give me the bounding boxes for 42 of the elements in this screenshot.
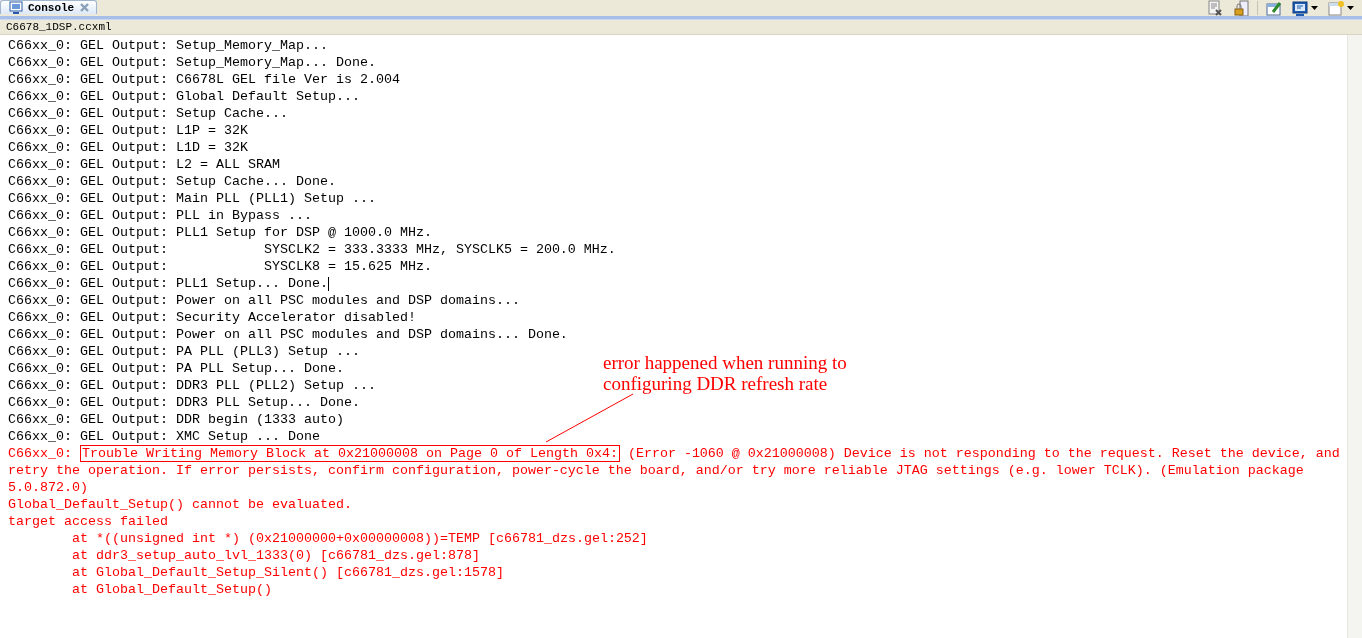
console-line: C66xx_0: GEL Output: PA PLL (PLL3) Setup ... [8,343,360,360]
console-line: C66xx_0: GEL Output: Setup_Memory_Map... Done. [8,54,376,71]
console-line: C66xx_0: GEL Output: Power on all PSC modules and DSP domains... Done. [8,326,568,343]
error-line: at *((unsigned int *) (0x21000000+0x00000008))=TEMP [c66781_dzs.gel:252] [71,530,648,547]
console-line: C66xx_0: GEL Output: L1D = 32K [8,139,248,156]
console-line: C66xx_0: GEL Output: Global Default Setup... [8,88,360,105]
console-line: C66xx_0: GEL Output: Setup Cache... [8,105,288,122]
close-icon[interactable] [79,2,91,13]
error-line: at Global_Default_Setup() [71,581,272,598]
error-line: target access failed [8,513,168,530]
console-line: C66xx_0: GEL Output: PLL in Bypass ... [8,207,312,224]
console-line: C66xx_0: GEL Output: Setup_Memory_Map... [8,37,328,54]
console-line: C66xx_0: GEL Output: L2 = ALL SRAM [8,156,280,173]
dropdown-caret-icon[interactable] [1311,6,1318,10]
console-line: C66xx_0: GEL Output: Power on all PSC modules and DSP domains... [8,292,520,309]
console-line: C66xx_0: GEL Output: PLL1 Setup... Done. [8,275,328,292]
scrollbar[interactable] [1347,35,1362,638]
error-line: at Global_Default_Setup_Silent() [c66781_dzs.gel:1578] [71,564,504,581]
console-line: C66xx_0: GEL Output: PLL1 Setup for DSP @ 1000.0 MHz. [8,224,432,241]
console-line: C66xx_0: GEL Output: C6678L GEL file Ver is 2.004 [8,71,400,88]
console-line: C66xx_0: GEL Output: SYSCLK8 = 15.625 MHz. [8,258,432,275]
error-line: Global_Default_Setup() cannot be evaluated. [8,496,352,513]
clear-console-icon[interactable] [1207,0,1223,16]
console-line: C66xx_0: GEL Output: DDR begin (1333 auto) [8,411,344,428]
console-line: C66xx_0: GEL Output: Setup Cache... Done. [8,173,336,190]
scroll-lock-icon[interactable] [1233,0,1249,16]
console-line: C66xx_0: GEL Output: Security Accelerator disabled! [8,309,416,326]
console-title: C6678_1DSP.ccxml [6,21,112,33]
console-tab[interactable]: Console [0,0,98,14]
console-line: C66xx_0: GEL Output: PA PLL Setup... Done. [8,360,344,377]
dropdown-caret-icon[interactable] [1347,6,1354,10]
console-icon [9,1,23,14]
console-line: C66xx_0: GEL Output: L1P = 32K [8,122,248,139]
console-line: C66xx_0: GEL Output: Main PLL (PLL1) Setup ... [8,190,376,207]
console-line: C66xx_0: GEL Output: DDR3 PLL Setup... Done. [8,394,360,411]
console-line: C66xx_0: GEL Output: SYSCLK2 = 333.3333 MHz, SYSCLK5 = 200.0 MHz. [8,241,616,258]
console-line: C66xx_0: GEL Output: XMC Setup ... Done [8,428,320,445]
error-message: C66xx_0: Trouble Writing Memory Block at 0x21000008 on Page 0 of Length 0x4: (Error -1060 @ 0x21000008) Device is not responding to the request. Reset the device, and retry the operation. If error persists, confirm configuration, power-cycle the board, and/or try more reliable JTAG settings (e.g. lower TCLK). (Emulation package 5.0.872.0) [8,445,1341,496]
display-console-icon[interactable] [1292,0,1308,16]
console-line: C66xx_0: GEL Output: DDR3 PLL (PLL2) Setup ... [8,377,376,394]
error-line: at ddr3_setup_auto_lvl_1333(0) [c66781_dzs.gel:878] [71,547,480,564]
annotation-text: error happened when running to configuring DDR refresh rate [603,352,847,394]
